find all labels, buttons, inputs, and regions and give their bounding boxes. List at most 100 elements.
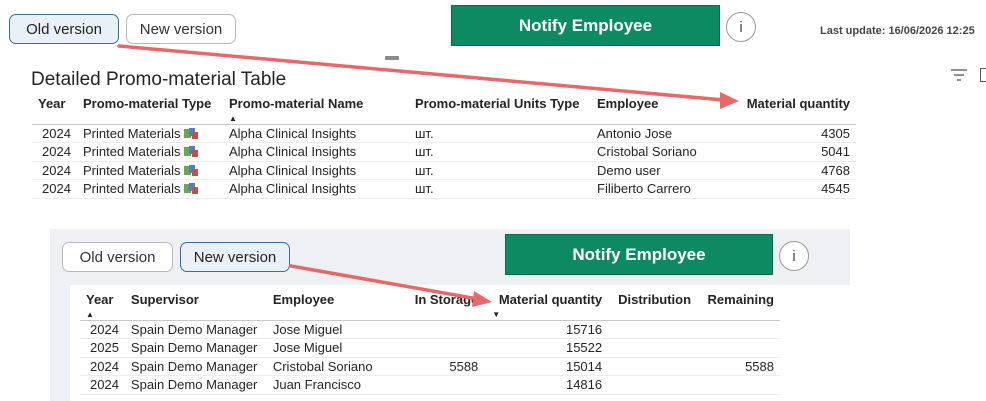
drag-handle-icon[interactable] bbox=[385, 56, 399, 60]
col-material-quantity[interactable]: Material quantity ▼ bbox=[484, 292, 609, 321]
focus-mode-icon[interactable] bbox=[980, 68, 986, 82]
cell-material-quantity: 4305 bbox=[733, 124, 856, 143]
info-icon[interactable]: i bbox=[779, 241, 809, 271]
cell-promo-type-text: Printed Materials bbox=[83, 144, 181, 160]
cell-in-storage bbox=[408, 375, 485, 395]
table-title: Detailed Promo-material Table bbox=[31, 69, 287, 90]
cell-units-type-text: шт. bbox=[415, 162, 434, 178]
col-remaining[interactable]: Remaining bbox=[697, 292, 780, 321]
cell-distribution bbox=[608, 320, 698, 339]
sort-ascending-icon: ▲ bbox=[86, 309, 94, 319]
cell-year: 2025 bbox=[80, 338, 125, 358]
cell-material-quantity-text: 4305 bbox=[821, 125, 850, 141]
sort-descending-icon: ▼ bbox=[492, 309, 501, 319]
old-version-button[interactable]: Old version bbox=[9, 14, 119, 44]
cell-year: 2024 bbox=[32, 142, 77, 162]
cell-employee: Filiberto Carrero bbox=[591, 179, 733, 199]
table-row[interactable]: 2025 Spain Demo Manager Jose Miguel 15522 bbox=[80, 338, 780, 358]
cell-promo-name: Alpha Clinical Insights bbox=[223, 142, 409, 162]
col-supervisor[interactable]: Supervisor bbox=[124, 292, 267, 321]
table-visual: Year ▲ Supervisor Employee In Storage Mat… bbox=[70, 285, 850, 401]
cell-employee-text: Demo user bbox=[597, 162, 661, 178]
cell-promo-type-text: Printed Materials bbox=[83, 162, 181, 178]
cell-year-text: 2024 bbox=[42, 125, 71, 141]
cell-units-type: шт. bbox=[409, 179, 591, 199]
cell-remaining: 5588 bbox=[697, 357, 780, 376]
cell-material-quantity: 15716 bbox=[484, 320, 609, 339]
table-row[interactable]: 2024 Printed Materials Alpha Clinical Insi… bbox=[32, 179, 856, 199]
table-header-row: Year Promo-material Type Promo-material … bbox=[32, 96, 856, 125]
cell-promo-type-text: Printed Materials bbox=[83, 181, 181, 197]
cell-promo-name-text: Alpha Clinical Insights bbox=[229, 181, 357, 197]
col-in-storage[interactable]: In Storage bbox=[408, 292, 485, 321]
cell-material-quantity: 4545 bbox=[733, 179, 856, 199]
col-distribution[interactable]: Distribution bbox=[608, 292, 698, 321]
cell-distribution bbox=[608, 375, 698, 395]
table-row[interactable]: 2024 Printed Materials Alpha Clinical Insi… bbox=[32, 161, 856, 180]
notify-employee-button[interactable]: Notify Employee bbox=[505, 234, 773, 275]
old-report-screenshot: Old version New version Notify Employee … bbox=[0, 0, 986, 205]
col-employee[interactable]: Employee bbox=[266, 292, 409, 321]
cell-employee: Juan Francisco bbox=[266, 375, 409, 395]
filter-icon[interactable] bbox=[950, 68, 968, 82]
cell-material-quantity-text: 4768 bbox=[821, 162, 850, 178]
table-row[interactable]: 2024 Spain Demo Manager Juan Francisco 1481… bbox=[80, 375, 780, 395]
cell-employee-text: Cristobal Soriano bbox=[597, 144, 697, 160]
cell-supervisor: Spain Demo Manager bbox=[124, 375, 267, 395]
cell-promo-type: Printed Materials bbox=[77, 161, 223, 180]
new-version-button[interactable]: New version bbox=[126, 14, 236, 44]
cell-year: 2024 bbox=[80, 375, 125, 395]
new-version-button[interactable]: New version bbox=[180, 242, 290, 272]
cell-distribution bbox=[608, 338, 698, 358]
cell-year: 2024 bbox=[32, 124, 77, 143]
cell-promo-name-text: Alpha Clinical Insights bbox=[229, 162, 357, 178]
cell-promo-type: Printed Materials bbox=[77, 124, 223, 143]
info-icon[interactable]: i bbox=[726, 12, 756, 42]
sort-ascending-icon: ▲ bbox=[229, 113, 237, 123]
cell-remaining bbox=[697, 338, 780, 358]
cell-employee: Cristobal Soriano bbox=[591, 142, 733, 162]
cell-in-storage bbox=[408, 338, 485, 358]
printed-materials-icon bbox=[183, 146, 198, 158]
col-promo-type[interactable]: Promo-material Type bbox=[77, 96, 223, 125]
cell-promo-type: Printed Materials bbox=[77, 142, 223, 162]
table-visual: Detailed Promo-material Table Year Promo… bbox=[22, 62, 986, 205]
cell-supervisor: Spain Demo Manager bbox=[124, 338, 267, 358]
col-year[interactable]: Year bbox=[32, 96, 77, 125]
cell-material-quantity: 15014 bbox=[484, 357, 609, 376]
cell-year-text: 2024 bbox=[42, 162, 71, 178]
cell-promo-name-text: Alpha Clinical Insights bbox=[229, 125, 357, 141]
col-material-quantity[interactable]: Material quantity bbox=[733, 96, 856, 125]
cell-units-type-text: шт. bbox=[415, 181, 434, 197]
table-row[interactable]: 2024 Printed Materials Alpha Clinical Insi… bbox=[32, 142, 856, 162]
cell-supervisor: Spain Demo Manager bbox=[124, 357, 267, 376]
cell-distribution bbox=[608, 357, 698, 376]
table-row[interactable]: 2024 Printed Materials Alpha Clinical Insi… bbox=[32, 124, 856, 143]
col-year[interactable]: Year ▲ bbox=[80, 292, 125, 321]
cell-employee: Jose Miguel bbox=[266, 338, 409, 358]
cell-employee: Demo user bbox=[591, 161, 733, 180]
cell-remaining bbox=[697, 375, 780, 395]
cell-employee-text: Antonio Jose bbox=[597, 125, 673, 141]
cell-year: 2024 bbox=[80, 357, 125, 376]
table-row[interactable]: 2024 Spain Demo Manager Jose Miguel 15716 bbox=[80, 320, 780, 339]
col-employee[interactable]: Employee bbox=[591, 96, 733, 125]
cell-material-quantity-text: 5041 bbox=[821, 144, 850, 160]
cell-in-storage bbox=[408, 320, 485, 339]
cell-remaining bbox=[697, 320, 780, 339]
notify-employee-button[interactable]: Notify Employee bbox=[451, 5, 720, 46]
col-promo-name[interactable]: Promo-material Name ▲ bbox=[223, 96, 409, 125]
cell-promo-name-text: Alpha Clinical Insights bbox=[229, 144, 357, 160]
cell-employee: Cristobal Soriano bbox=[266, 357, 409, 376]
cell-units-type: шт. bbox=[409, 142, 591, 162]
table-row[interactable]: 2024 Spain Demo Manager Cristobal Soriano 5… bbox=[80, 357, 780, 376]
cell-promo-name: Alpha Clinical Insights bbox=[223, 179, 409, 199]
cell-year-text: 2024 bbox=[42, 144, 71, 160]
material-distribution-table: Year ▲ Supervisor Employee In Storage Mat… bbox=[80, 292, 780, 395]
last-update-text: Last update: 16/06/2026 12:25 bbox=[820, 25, 975, 37]
col-units-type[interactable]: Promo-material Units Type bbox=[409, 96, 591, 125]
old-version-button[interactable]: Old version bbox=[62, 242, 173, 272]
cell-year-text: 2024 bbox=[42, 181, 71, 197]
cell-promo-type-text: Printed Materials bbox=[83, 125, 181, 141]
cell-employee: Jose Miguel bbox=[266, 320, 409, 339]
